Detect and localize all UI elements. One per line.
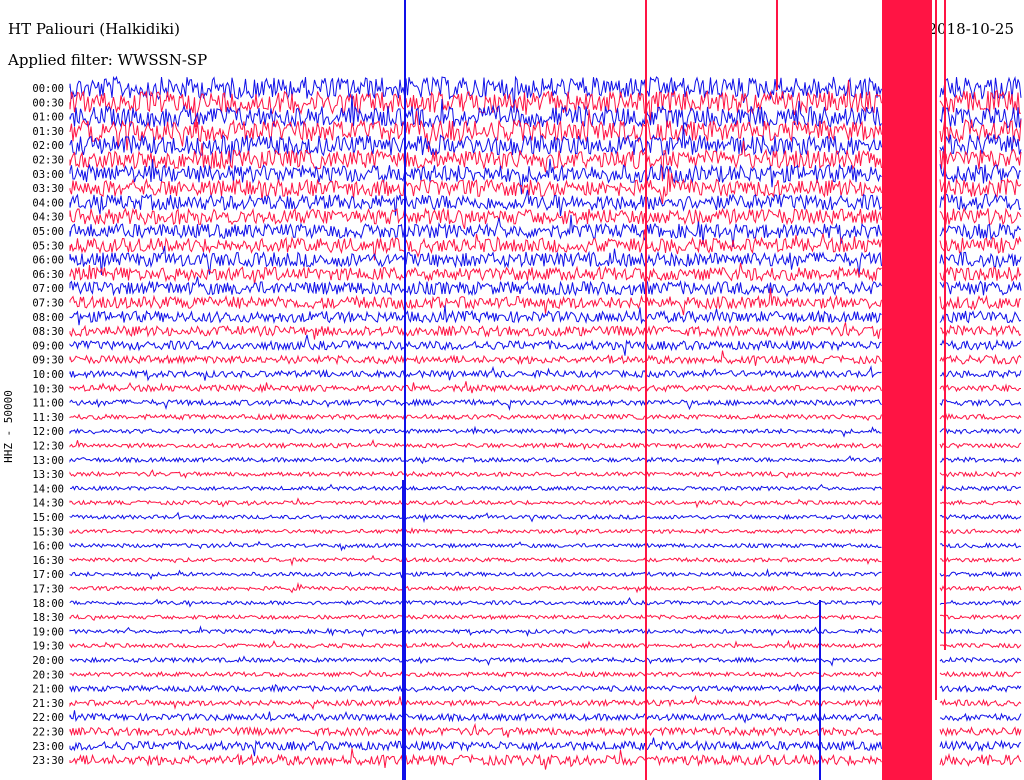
time-tick-label: 11:30 [32, 412, 64, 424]
time-tick-label: 13:30 [32, 469, 64, 481]
seismic-trace-0800 [69, 305, 1022, 326]
seismic-trace-1500 [69, 511, 1022, 524]
seismic-trace-2230 [69, 722, 1022, 738]
time-tick-label: 21:30 [32, 698, 64, 710]
time-tick-label: 12:30 [32, 441, 64, 453]
seismic-trace-1330 [69, 469, 1022, 479]
time-tick-label: 10:00 [32, 369, 64, 381]
seismic-trace-1400 [69, 483, 1022, 492]
time-tick-label: 23:00 [32, 741, 64, 753]
seismic-trace-2130 [69, 694, 1022, 711]
seismic-trace-2200 [69, 710, 1022, 724]
seismic-trace-0000 [69, 75, 1022, 113]
time-tick-label: 20:00 [32, 655, 64, 667]
time-tick-label: 03:30 [32, 183, 64, 195]
time-tick-label: 23:30 [32, 755, 64, 767]
time-tick-label: 14:00 [32, 483, 64, 495]
time-tick-label: 17:30 [32, 584, 64, 596]
time-tick-label: 05:30 [32, 240, 64, 252]
seismic-trace-0830 [69, 322, 1022, 340]
seismic-trace-1700 [69, 568, 1022, 581]
saturated-event-band [882, 0, 932, 780]
time-tick-label: 02:00 [32, 140, 64, 152]
seismic-trace-1100 [69, 398, 1022, 411]
time-tick-label: 12:00 [32, 426, 64, 438]
time-tick-label: 16:00 [32, 541, 64, 553]
seismic-trace-0400 [69, 189, 1022, 216]
time-tick-label: 03:00 [32, 169, 64, 181]
seismic-trace-2300 [69, 737, 1022, 757]
time-tick-label: 05:00 [32, 226, 64, 238]
seismic-trace-1900 [69, 625, 1022, 638]
time-tick-label: 15:30 [32, 526, 64, 538]
seismic-trace-1630 [69, 554, 1022, 567]
time-tick-label: 15:00 [32, 512, 64, 524]
time-tick-label: 02:30 [32, 155, 64, 167]
time-tick-label: 13:00 [32, 455, 64, 467]
time-tick-label: 06:00 [32, 255, 64, 267]
seismic-trace-1000 [69, 365, 1022, 382]
time-tick-label: 22:30 [32, 727, 64, 739]
seismic-trace-1830 [69, 613, 1022, 621]
time-tick-label: 07:00 [32, 283, 64, 295]
time-tick-label: 04:30 [32, 212, 64, 224]
time-tick-label: 06:30 [32, 269, 64, 281]
seismic-trace-2330 [69, 748, 1022, 770]
seismic-trace-1230 [69, 439, 1022, 451]
time-tick-label: 21:00 [32, 684, 64, 696]
seismic-trace-2100 [69, 683, 1022, 694]
time-tick-label: 17:00 [32, 569, 64, 581]
time-tick-label: 04:00 [32, 197, 64, 209]
time-tick-label: 19:00 [32, 626, 64, 638]
time-tick-label: 16:30 [32, 555, 64, 567]
seismogram-plot: 00:00 00:30 01:00 01:30 02:00 02:30 03:00 03:30… [32, 0, 1022, 780]
time-tick-group: 00:00 00:30 01:00 01:30 02:00 02:30 03:00 03:30… [32, 83, 64, 767]
time-tick-label: 19:30 [32, 641, 64, 653]
seismic-trace-1600 [69, 540, 1022, 552]
time-tick-label: 22:00 [32, 712, 64, 724]
time-tick-label: 08:00 [32, 312, 64, 324]
time-tick-label: 09:00 [32, 340, 64, 352]
seismic-trace-0500 [69, 214, 1022, 247]
seismic-trace-1300 [69, 455, 1022, 466]
seismic-trace-0600 [69, 245, 1022, 275]
time-tick-label: 18:30 [32, 612, 64, 624]
time-tick-label: 10:30 [32, 383, 64, 395]
seismic-trace-1200 [69, 425, 1022, 438]
seismic-trace-0630 [69, 262, 1022, 285]
seismic-trace-0930 [69, 350, 1022, 366]
seismic-trace-1800 [69, 597, 1022, 608]
time-tick-label: 08:30 [32, 326, 64, 338]
seismic-trace-1730 [69, 581, 1022, 594]
seismic-trace-1430 [69, 497, 1022, 509]
time-tick-label: 00:30 [32, 97, 64, 109]
time-tick-label: 14:30 [32, 498, 64, 510]
seismic-trace-1130 [69, 412, 1022, 422]
trace-group [69, 0, 1022, 780]
time-tick-label: 20:30 [32, 669, 64, 681]
time-tick-label: 09:30 [32, 355, 64, 367]
seismic-trace-0330 [69, 168, 1022, 204]
seismic-trace-1030 [69, 381, 1021, 394]
time-tick-label: 18:00 [32, 598, 64, 610]
time-tick-label: 00:00 [32, 83, 64, 95]
seismic-trace-1530 [69, 527, 1022, 536]
seismic-trace-1930 [69, 639, 1022, 651]
seismic-trace-2000 [69, 655, 1022, 667]
seismic-trace-2030 [69, 669, 1022, 679]
time-tick-label: 11:00 [32, 398, 64, 410]
time-tick-label: 01:00 [32, 112, 64, 124]
time-tick-label: 01:30 [32, 126, 64, 138]
time-tick-label: 07:30 [32, 298, 64, 310]
